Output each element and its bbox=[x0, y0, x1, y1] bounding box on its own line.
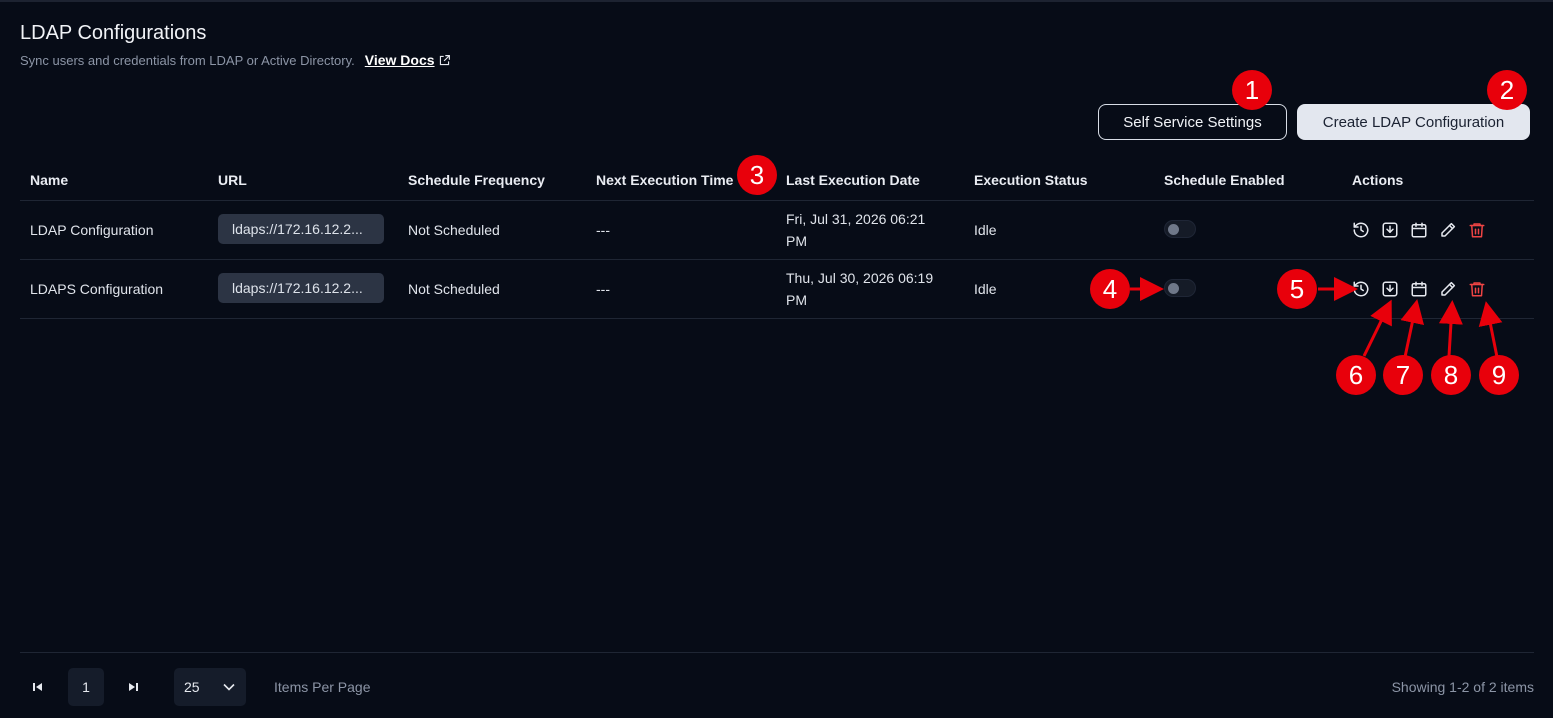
column-header-schedule-enabled[interactable]: Schedule Enabled bbox=[1154, 160, 1342, 201]
pencil-icon[interactable] bbox=[1439, 280, 1457, 298]
history-icon[interactable] bbox=[1352, 221, 1370, 239]
row-execution-status: Idle bbox=[964, 200, 1154, 260]
view-docs-link[interactable]: View Docs bbox=[365, 52, 451, 68]
url-chip: ldaps://172.16.12.2... bbox=[218, 272, 384, 303]
schedule-enabled-toggle[interactable] bbox=[1164, 219, 1196, 238]
row-next-execution-time: --- bbox=[586, 259, 776, 319]
toggle-knob bbox=[1168, 282, 1179, 294]
page-subtitle: Sync users and credentials from LDAP or … bbox=[20, 52, 451, 68]
row-name: LDAP Configuration bbox=[20, 200, 208, 260]
row-next-execution-time: --- bbox=[586, 200, 776, 260]
row-schedule-frequency: Not Scheduled bbox=[398, 200, 586, 260]
row-last-execution-date: Fri, Jul 31, 2026 06:21 PM bbox=[776, 200, 964, 260]
calendar-icon[interactable] bbox=[1410, 280, 1428, 298]
column-header-url[interactable]: URL bbox=[208, 160, 398, 201]
annotation-marker-8: 8 bbox=[1431, 355, 1471, 395]
annotation-marker-5: 5 bbox=[1277, 269, 1317, 309]
history-icon[interactable] bbox=[1352, 280, 1370, 298]
annotation-marker-4: 4 bbox=[1090, 269, 1130, 309]
row-actions bbox=[1352, 280, 1524, 298]
items-per-page-select[interactable]: 25 bbox=[174, 668, 246, 706]
items-per-page-value: 25 bbox=[184, 679, 200, 695]
top-divider bbox=[0, 0, 1553, 2]
row-schedule-frequency: Not Scheduled bbox=[398, 259, 586, 319]
page-number-button[interactable]: 1 bbox=[68, 668, 104, 706]
url-chip: ldaps://172.16.12.2... bbox=[218, 213, 384, 244]
column-header-last-execution-date[interactable]: Last Execution Date bbox=[776, 160, 964, 201]
annotation-marker-1: 1 bbox=[1232, 70, 1272, 110]
schedule-enabled-toggle[interactable] bbox=[1164, 278, 1196, 297]
toggle-knob bbox=[1168, 223, 1179, 235]
first-page-icon[interactable] bbox=[31, 680, 45, 694]
annotation-marker-7: 7 bbox=[1383, 355, 1423, 395]
pencil-icon[interactable] bbox=[1439, 221, 1457, 239]
download-icon[interactable] bbox=[1381, 280, 1399, 298]
trash-icon[interactable] bbox=[1468, 221, 1486, 239]
subtitle-text: Sync users and credentials from LDAP or … bbox=[20, 52, 355, 68]
annotation-marker-2: 2 bbox=[1487, 70, 1527, 110]
chevron-down-icon bbox=[223, 683, 235, 691]
row-last-execution-date: Thu, Jul 30, 2026 06:19 PM bbox=[776, 259, 964, 319]
table-header-row: Name URL Schedule Frequency Next Executi… bbox=[20, 160, 1534, 201]
annotation-marker-9: 9 bbox=[1479, 355, 1519, 395]
create-ldap-configuration-button[interactable]: Create LDAP Configuration bbox=[1297, 104, 1530, 140]
annotation-marker-3: 3 bbox=[737, 155, 777, 195]
column-header-schedule-frequency[interactable]: Schedule Frequency bbox=[398, 160, 586, 201]
last-page-icon[interactable] bbox=[126, 680, 140, 694]
row-actions bbox=[1352, 221, 1524, 239]
annotation-marker-6: 6 bbox=[1336, 355, 1376, 395]
column-header-execution-status[interactable]: Execution Status bbox=[964, 160, 1154, 201]
calendar-icon[interactable] bbox=[1410, 221, 1428, 239]
showing-count: Showing 1-2 of 2 items bbox=[1391, 679, 1534, 695]
view-docs-label: View Docs bbox=[364, 52, 435, 68]
footer-divider bbox=[20, 652, 1534, 653]
items-per-page-label: Items Per Page bbox=[274, 679, 371, 695]
row-name: LDAPS Configuration bbox=[20, 259, 208, 319]
column-header-name[interactable]: Name bbox=[20, 160, 208, 201]
external-link-icon bbox=[439, 54, 450, 65]
table-row: LDAP Configuration ldaps://172.16.12.2..… bbox=[20, 200, 1534, 260]
self-service-settings-button[interactable]: Self Service Settings bbox=[1098, 104, 1287, 140]
trash-icon[interactable] bbox=[1468, 280, 1486, 298]
column-header-actions: Actions bbox=[1342, 160, 1534, 201]
page-title: LDAP Configurations bbox=[20, 22, 207, 44]
download-icon[interactable] bbox=[1381, 221, 1399, 239]
